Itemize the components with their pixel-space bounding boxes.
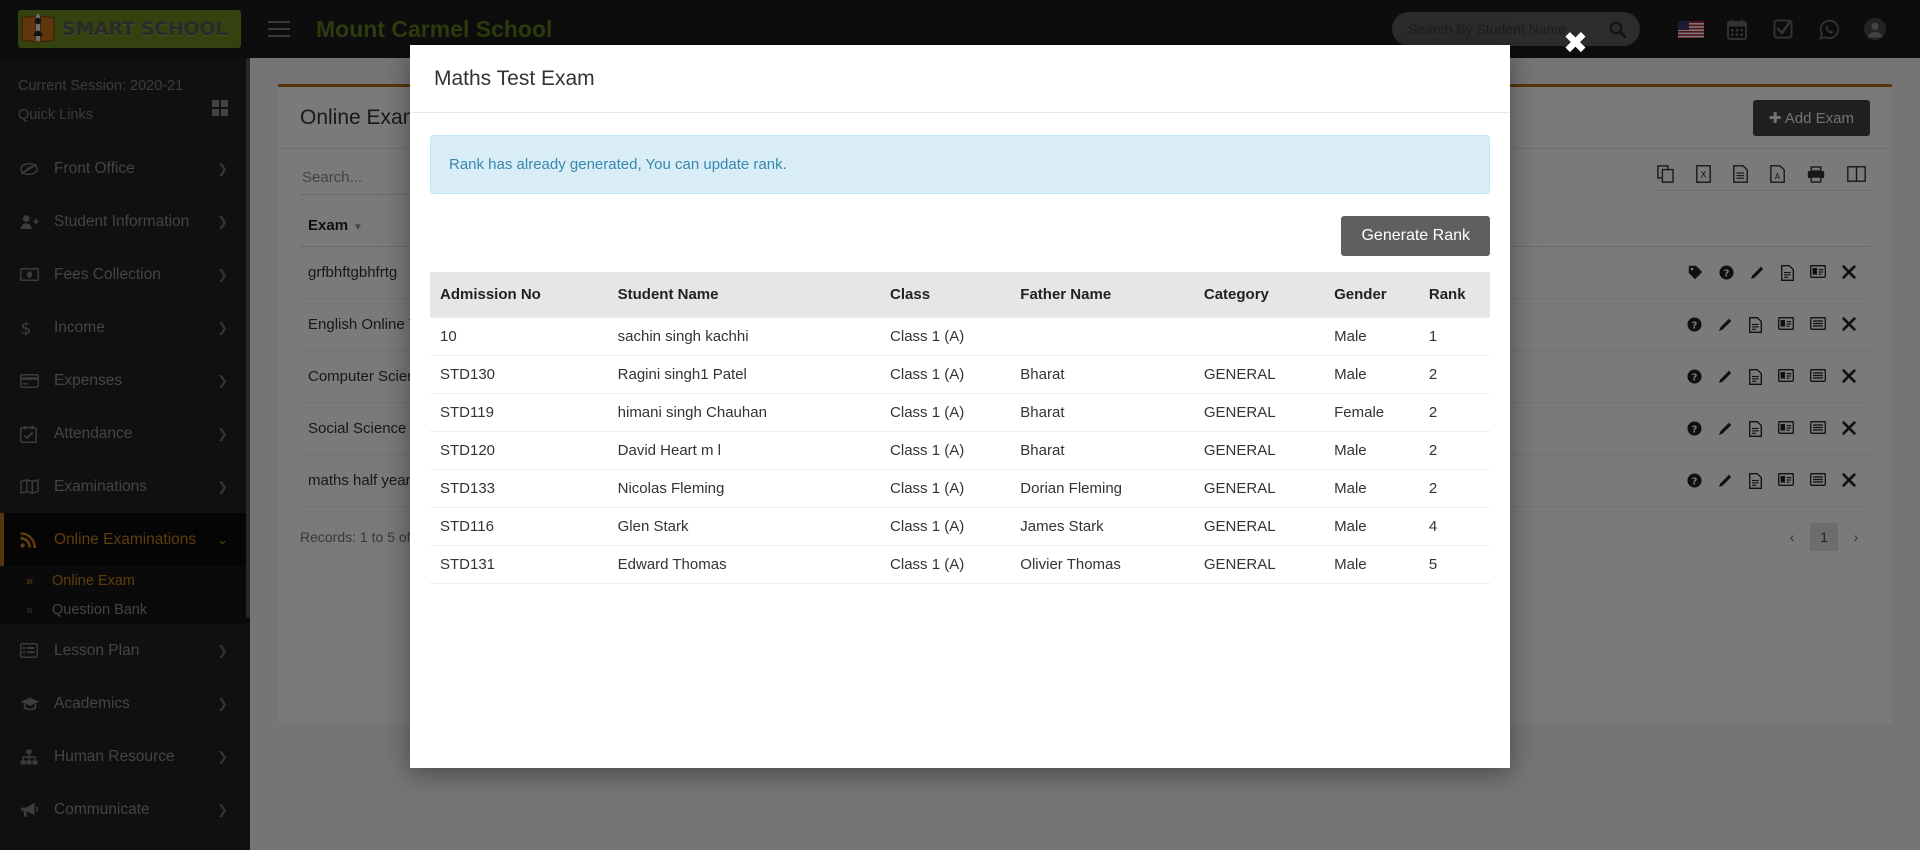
rank-table-row: STD119himani singh ChauhanClass 1 (A)Bha…: [430, 394, 1490, 432]
rank-table-row: 10sachin singh kachhiClass 1 (A) Male1: [430, 318, 1490, 356]
rank-cell-class: Class 1 (A): [880, 432, 1010, 470]
rank-cell-rank: 1: [1419, 318, 1490, 356]
rank-cell-father-name: Bharat: [1010, 356, 1194, 394]
rank-table: Admission No Student Name Class Father N…: [430, 272, 1490, 584]
rank-cell-category: GENERAL: [1194, 432, 1324, 470]
rank-cell-rank: 2: [1419, 356, 1490, 394]
rank-cell-student-name: Glen Stark: [608, 508, 880, 546]
rank-table-row: STD116Glen StarkClass 1 (A)James StarkGE…: [430, 508, 1490, 546]
rank-cell-student-name: Ragini singh1 Patel: [608, 356, 880, 394]
rank-cell-admission-no: STD133: [430, 470, 608, 508]
rank-cell-student-name: Edward Thomas: [608, 546, 880, 584]
rank-cell-student-name: himani singh Chauhan: [608, 394, 880, 432]
rank-cell-class: Class 1 (A): [880, 394, 1010, 432]
rank-cell-father-name: Olivier Thomas: [1010, 546, 1194, 584]
modal-body: Rank has already generated, You can upda…: [410, 113, 1510, 584]
rank-cell-admission-no: STD116: [430, 508, 608, 546]
rank-cell-category: GENERAL: [1194, 508, 1324, 546]
rank-cell-gender: Male: [1324, 470, 1419, 508]
rank-cell-gender: Male: [1324, 546, 1419, 584]
rank-modal: ✖ Maths Test Exam Rank has already gener…: [410, 45, 1510, 768]
rank-cell-rank: 2: [1419, 432, 1490, 470]
rank-cell-father-name: James Stark: [1010, 508, 1194, 546]
rank-table-row: STD130Ragini singh1 PatelClass 1 (A)Bhar…: [430, 356, 1490, 394]
rank-cell-gender: Male: [1324, 432, 1419, 470]
app-root: SMART SCHOOL Current Session: 2020-21 Qu…: [0, 0, 1920, 850]
rank-cell-father-name: Bharat: [1010, 394, 1194, 432]
rank-cell-father-name: Bharat: [1010, 432, 1194, 470]
rank-cell-category: [1194, 318, 1324, 356]
rank-cell-class: Class 1 (A): [880, 318, 1010, 356]
modal-title: Maths Test Exam: [434, 67, 595, 91]
rank-cell-father-name: Dorian Fleming: [1010, 470, 1194, 508]
rank-table-head: Admission No Student Name Class Father N…: [430, 272, 1490, 318]
rank-cell-admission-no: STD119: [430, 394, 608, 432]
rank-table-row: STD131Edward ThomasClass 1 (A)Olivier Th…: [430, 546, 1490, 584]
rank-table-row: STD120David Heart m lClass 1 (A)BharatGE…: [430, 432, 1490, 470]
rank-cell-rank: 5: [1419, 546, 1490, 584]
rank-cell-category: GENERAL: [1194, 356, 1324, 394]
rank-table-header-row: Admission No Student Name Class Father N…: [430, 272, 1490, 318]
rank-cell-admission-no: STD131: [430, 546, 608, 584]
rank-column-gender: Gender: [1324, 272, 1419, 318]
rank-cell-gender: Female: [1324, 394, 1419, 432]
rank-column-rank: Rank: [1419, 272, 1490, 318]
rank-cell-category: GENERAL: [1194, 470, 1324, 508]
rank-column-father-name: Father Name: [1010, 272, 1194, 318]
rank-column-student-name: Student Name: [608, 272, 880, 318]
modal-header: Maths Test Exam: [410, 45, 1510, 113]
rank-cell-rank: 4: [1419, 508, 1490, 546]
close-icon[interactable]: ✖: [1563, 29, 1588, 59]
rank-cell-rank: 2: [1419, 470, 1490, 508]
rank-cell-class: Class 1 (A): [880, 508, 1010, 546]
rank-alert: Rank has already generated, You can upda…: [430, 135, 1490, 194]
rank-cell-admission-no: STD120: [430, 432, 608, 470]
rank-cell-class: Class 1 (A): [880, 470, 1010, 508]
rank-column-category: Category: [1194, 272, 1324, 318]
rank-cell-gender: Male: [1324, 356, 1419, 394]
rank-column-admission-no: Admission No: [430, 272, 608, 318]
rank-cell-student-name: sachin singh kachhi: [608, 318, 880, 356]
rank-cell-father-name: [1010, 318, 1194, 356]
rank-cell-admission-no: STD130: [430, 356, 608, 394]
generate-rank-row: Generate Rank: [430, 194, 1490, 272]
rank-cell-category: GENERAL: [1194, 394, 1324, 432]
rank-cell-class: Class 1 (A): [880, 546, 1010, 584]
rank-column-class: Class: [880, 272, 1010, 318]
rank-cell-gender: Male: [1324, 508, 1419, 546]
generate-rank-button[interactable]: Generate Rank: [1341, 216, 1490, 256]
rank-table-row: STD133Nicolas FlemingClass 1 (A)Dorian F…: [430, 470, 1490, 508]
rank-cell-gender: Male: [1324, 318, 1419, 356]
rank-cell-class: Class 1 (A): [880, 356, 1010, 394]
rank-cell-category: GENERAL: [1194, 546, 1324, 584]
rank-cell-student-name: Nicolas Fleming: [608, 470, 880, 508]
rank-cell-student-name: David Heart m l: [608, 432, 880, 470]
rank-cell-rank: 2: [1419, 394, 1490, 432]
rank-cell-admission-no: 10: [430, 318, 608, 356]
rank-table-body: 10sachin singh kachhiClass 1 (A)Male1STD…: [430, 318, 1490, 584]
